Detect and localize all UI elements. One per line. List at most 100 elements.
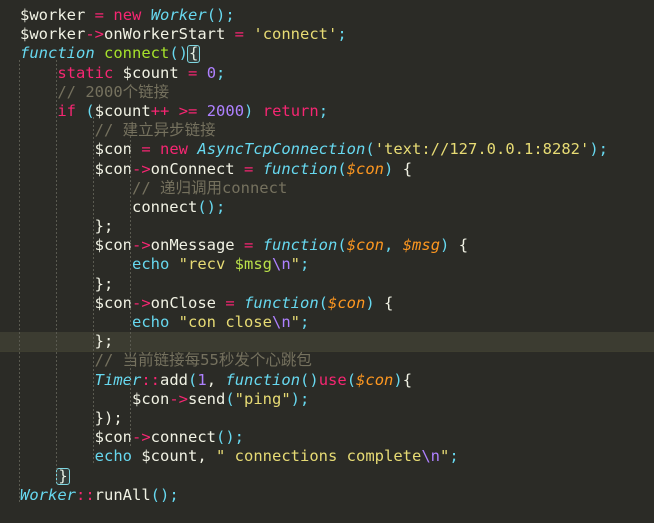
token-variable-con: $con	[94, 140, 132, 159]
token-string-close: "	[290, 255, 300, 274]
token-close-call: });	[94, 408, 123, 427]
token-rparen: )	[290, 389, 300, 408]
token-property: onWorkerStart	[104, 25, 226, 44]
token-rparen: )	[393, 370, 403, 389]
token-rparen: )	[589, 140, 599, 159]
code-line[interactable]: echo "con close\n";	[0, 313, 654, 332]
token-comment: // 2000个链接	[57, 82, 170, 101]
code-line[interactable]: Timer::add(1, function()use($con){	[0, 371, 654, 390]
code-line[interactable]: $con->onConnect = function($con) {	[0, 160, 654, 179]
token-string-close: "	[440, 447, 450, 466]
token-keyword-new: new	[160, 140, 189, 159]
token-string-open: "con close	[178, 313, 272, 331]
token-escape: \n	[421, 447, 440, 466]
token-number: 1	[197, 370, 207, 389]
code-line[interactable]: }	[0, 467, 654, 486]
token-variable: $worker	[20, 6, 86, 24]
token-operator: =	[94, 6, 105, 24]
token-lparen: (	[225, 389, 235, 408]
token-string-close: "	[290, 313, 300, 331]
token-lparen: (	[365, 140, 375, 159]
token-escape: \n	[271, 255, 291, 274]
token-parens: ()	[206, 6, 226, 24]
token-rparen: )	[365, 293, 375, 312]
token-string-open: " connections complete	[216, 447, 422, 466]
code-line[interactable]: $con->send("ping");	[0, 390, 654, 409]
token-comma: ,	[206, 370, 217, 389]
token-parameter: $con	[346, 236, 385, 255]
token-property: onConnect	[150, 159, 235, 178]
token-variable-con: $con	[131, 389, 170, 408]
token-variable-con: $con	[94, 159, 132, 178]
token-lparen: (	[85, 101, 95, 120]
token-parameter: $con	[346, 159, 385, 178]
code-line-current[interactable]: };	[0, 332, 654, 352]
token-semicolon: ;	[449, 447, 459, 466]
token-keyword-if: if	[57, 101, 76, 120]
code-line[interactable]: echo $count, " connections complete\n";	[0, 447, 654, 466]
code-line[interactable]: function connect(){	[0, 44, 654, 63]
token-string-ping: "ping"	[234, 389, 291, 408]
token-variable-count: $count	[141, 447, 198, 466]
token-arrow: ->	[131, 428, 151, 447]
code-line[interactable]: $worker->onWorkerStart = 'connect';	[0, 25, 654, 44]
code-line[interactable]: };	[0, 217, 654, 236]
token-semicolon: ;	[598, 140, 609, 159]
code-line[interactable]: $con->onClose = function($con) {	[0, 294, 654, 313]
token-rparen: )	[440, 236, 450, 255]
token-arrow: ->	[131, 159, 151, 178]
token-keyword-function: function	[262, 159, 338, 178]
token-operator: =	[244, 159, 254, 178]
token-method-connect: connect	[150, 428, 216, 447]
code-line[interactable]: if ($count++ >= 2000) return;	[0, 102, 654, 121]
token-class-timer: Timer	[94, 370, 142, 389]
token-semicolon: ;	[300, 313, 310, 331]
code-editor[interactable]: $worker = new Worker(); $worker->onWorke…	[0, 0, 654, 523]
token-scope: ::	[141, 370, 160, 389]
token-operator: =	[234, 25, 245, 44]
token-rparen: )	[384, 159, 394, 178]
code-line[interactable]: });	[0, 409, 654, 428]
token-number: 2000	[206, 101, 245, 120]
token-escape: \n	[271, 313, 291, 331]
code-line[interactable]: // 建立异步链接	[0, 121, 654, 140]
code-line[interactable]: $con->onMessage = function($con, $msg) {	[0, 236, 654, 255]
token-string-open: "recv	[178, 255, 235, 274]
code-line[interactable]: // 当前链接每55秒发个心跳包	[0, 351, 654, 370]
token-arrow: ->	[85, 25, 104, 44]
code-lines[interactable]: $worker = new Worker(); $worker->onWorke…	[0, 0, 654, 505]
code-line[interactable]: $con = new AsyncTcpConnection('text://12…	[0, 140, 654, 159]
token-semicolon: ;	[300, 255, 310, 274]
token-parameter: $con	[328, 293, 366, 312]
token-variable-con: $con	[94, 236, 132, 255]
code-line[interactable]: Worker::runAll();	[0, 486, 654, 505]
token-close-stmt: };	[94, 274, 114, 293]
token-number: 0	[206, 63, 217, 82]
code-line[interactable]: $con->connect();	[0, 428, 654, 447]
token-parameter: $msg	[402, 236, 441, 255]
code-line[interactable]: // 递归调用connect	[0, 179, 654, 198]
token-arrow: ->	[131, 293, 151, 312]
token-keyword-echo: echo	[131, 255, 170, 274]
token-lparen: (	[337, 236, 347, 255]
code-line[interactable]: connect();	[0, 198, 654, 217]
token-close-stmt: };	[94, 332, 114, 351]
token-parens: ()	[300, 370, 319, 389]
token-keyword-function: function	[20, 44, 95, 63]
token-comma: ,	[197, 447, 207, 466]
code-line[interactable]: // 2000个链接	[0, 83, 654, 102]
token-call-parens: ();	[197, 197, 226, 216]
token-keyword-function: function	[262, 236, 338, 255]
code-line[interactable]: echo "recv $msg\n";	[0, 255, 654, 274]
code-line[interactable]: };	[0, 275, 654, 294]
code-line[interactable]: $worker = new Worker();	[0, 6, 654, 25]
token-lbrace: {	[402, 370, 413, 389]
token-method-runall: runAll	[94, 485, 151, 504]
token-parameter: $con	[356, 370, 394, 389]
token-parens: ()	[169, 44, 188, 63]
code-line[interactable]: static $count = 0;	[0, 64, 654, 83]
token-operator: =	[244, 236, 254, 255]
token-semicolon: ;	[337, 25, 347, 44]
token-comment: // 当前链接每55秒发个心跳包	[94, 351, 312, 370]
token-keyword-use: use	[318, 370, 347, 389]
